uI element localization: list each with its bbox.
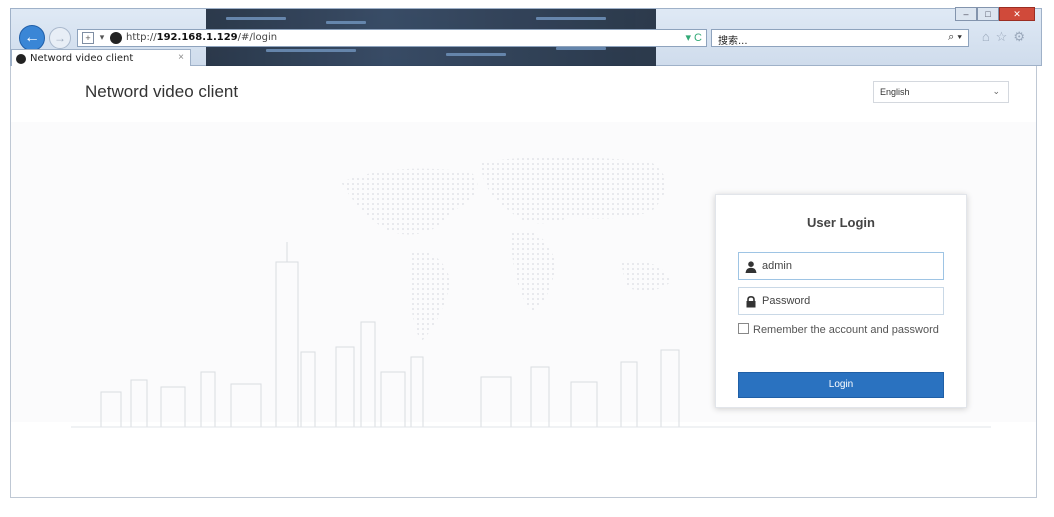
tab-favicon-icon — [16, 54, 26, 64]
tab-close-icon[interactable]: × — [178, 52, 184, 63]
browser-tab[interactable]: Netword video client × — [11, 49, 191, 67]
toolbar-icons[interactable]: ⌂☆⚙ — [982, 29, 1031, 45]
lock-icon — [746, 296, 756, 308]
window-controls: – □ ✕ — [955, 7, 1035, 23]
url-text[interactable]: http://192.168.1.129/#/login — [126, 32, 277, 43]
remember-label: Remember the account and password — [753, 324, 939, 336]
site-globe-icon — [110, 32, 122, 44]
page-title: Netword video client — [85, 82, 239, 101]
search-placeholder: 搜索... — [718, 36, 748, 47]
tab-title: Netword video client — [30, 53, 134, 64]
search-icon[interactable]: ⌕ ▾ — [948, 31, 962, 44]
back-arrow-icon: ← — [24, 29, 40, 46]
dropdown-icon[interactable]: ▾ — [96, 32, 108, 44]
language-selected-value: English — [880, 87, 910, 97]
browser-chrome: ← → + ▾ http://192.168.1.129/#/login ▾ C… — [10, 7, 1042, 67]
language-select[interactable]: English ⌄ — [873, 81, 1009, 103]
password-placeholder: Password — [762, 295, 811, 307]
login-button[interactable]: Login — [738, 372, 944, 398]
close-window-icon[interactable]: ✕ — [999, 7, 1035, 21]
user-icon — [745, 261, 757, 273]
login-panel: User Login admin Password Remember the a… — [715, 194, 967, 408]
remember-checkbox[interactable] — [738, 323, 749, 334]
minimize-icon[interactable]: – — [955, 7, 977, 21]
chevron-down-icon: ⌄ — [992, 86, 1000, 96]
maximize-icon[interactable]: □ — [977, 7, 999, 21]
page-viewport: Netword video client English ⌄ User Logi… — [10, 66, 1037, 498]
login-title: User Login — [807, 215, 875, 230]
forward-arrow-icon: → — [54, 31, 66, 45]
username-field[interactable]: admin — [738, 252, 944, 280]
back-button[interactable]: ← — [19, 25, 45, 51]
address-bar[interactable]: + ▾ http://192.168.1.129/#/login ▾ C — [77, 29, 707, 47]
username-value: admin — [762, 260, 792, 272]
remember-option[interactable]: Remember the account and password — [738, 323, 944, 338]
refresh-icon[interactable]: ▾ C — [685, 31, 702, 44]
password-field[interactable]: Password — [738, 287, 944, 315]
search-input[interactable]: 搜索... ⌕ ▾ — [711, 29, 969, 47]
add-tab-icon[interactable]: + — [82, 32, 94, 44]
forward-button[interactable]: → — [49, 27, 71, 49]
